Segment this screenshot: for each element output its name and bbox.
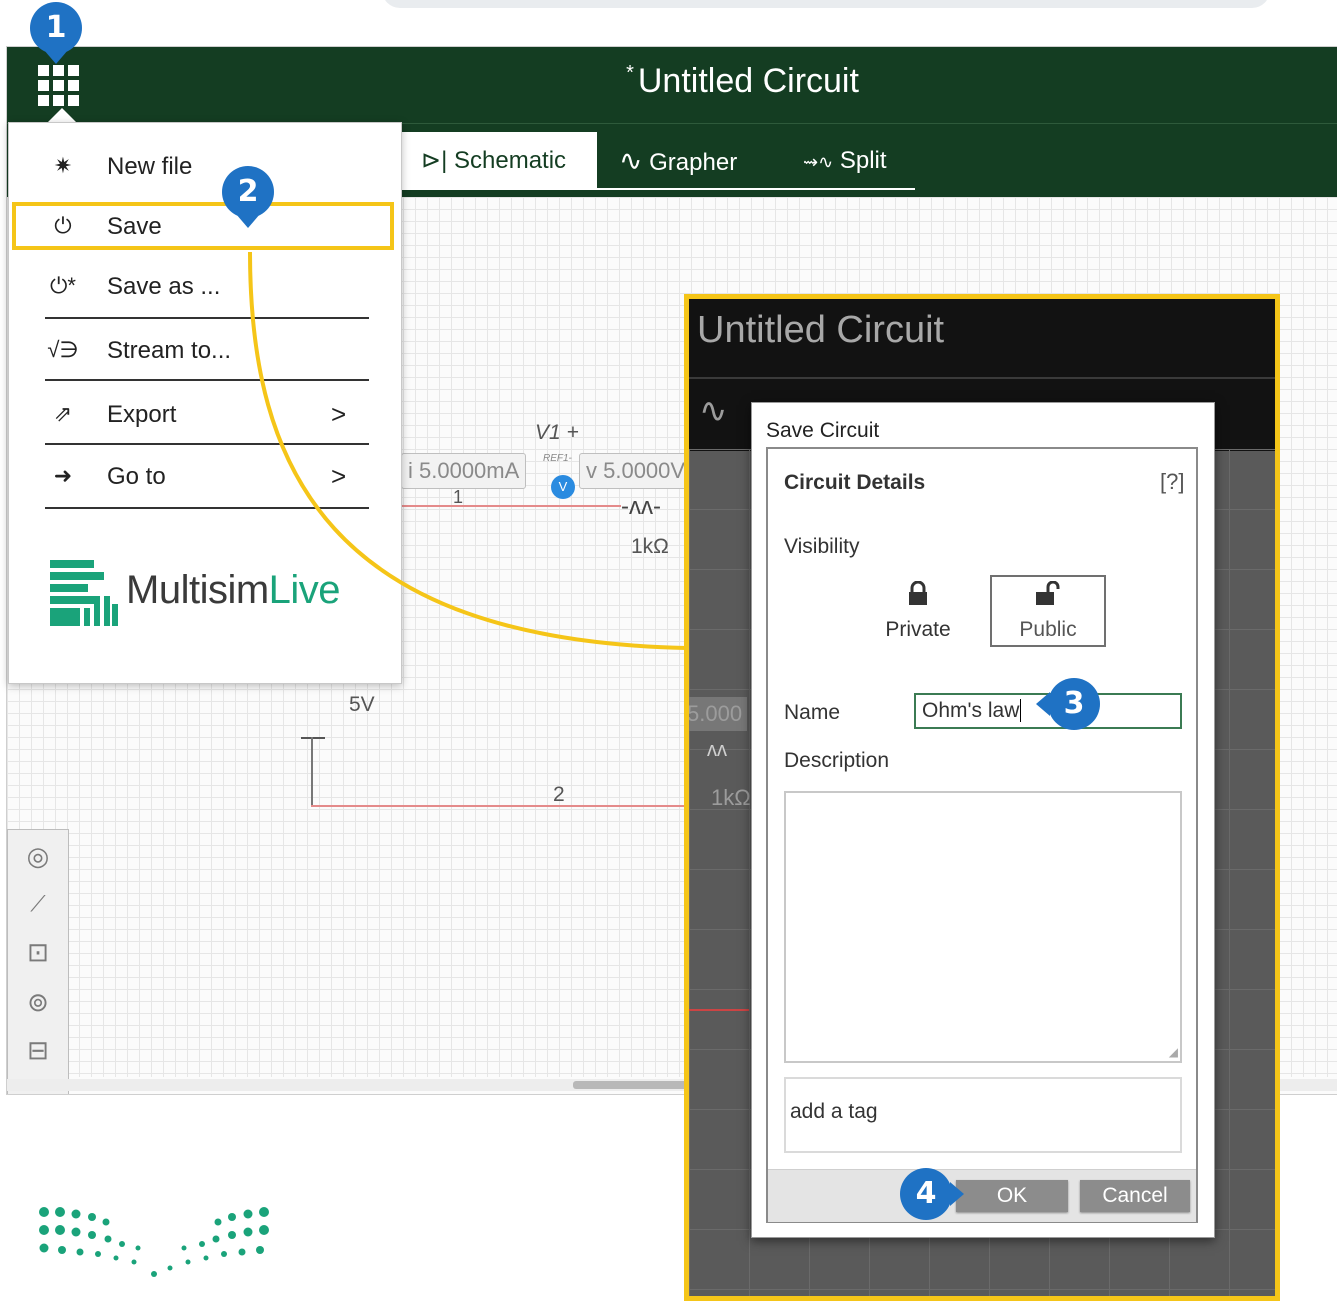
name-label: Name: [784, 701, 841, 724]
dialog-footer: OK Cancel: [768, 1169, 1196, 1222]
tag-input[interactable]: add a tag: [784, 1077, 1182, 1153]
private-option[interactable]: Private: [860, 575, 976, 647]
ministry-logo: [39, 1207, 269, 1277]
lock-icon: [909, 580, 927, 605]
sine-wave-icon: ∿: [699, 392, 728, 430]
resistor-value-partial: 1kΩ: [711, 785, 751, 810]
description-textarea[interactable]: ◢: [784, 791, 1182, 1063]
zoomed-title: Untitled Circuit: [697, 309, 945, 351]
ok-button[interactable]: OK: [956, 1180, 1068, 1212]
voltage-readout-partial: 5.000: [689, 697, 747, 731]
zoomed-header: Untitled Circuit: [689, 299, 1275, 377]
description-label: Description: [784, 749, 890, 772]
cancel-button[interactable]: Cancel: [1080, 1180, 1190, 1212]
resistor-icon: ᴧᴧ: [707, 739, 727, 761]
resize-handle-icon[interactable]: ◢: [1169, 1045, 1178, 1059]
save-circuit-dialog: Save Circuit Circuit Details [?] Visibil…: [751, 402, 1215, 1238]
help-link[interactable]: [?]: [1160, 469, 1184, 495]
visibility-label: Visibility: [784, 535, 860, 558]
callout-3: 3: [1036, 678, 1100, 730]
name-input-value: Ohm's law: [922, 699, 1020, 722]
callout-2: 2: [222, 166, 274, 228]
public-option[interactable]: Public: [990, 575, 1106, 647]
wire-partial: [689, 1009, 749, 1011]
callout-1: 1: [30, 2, 82, 64]
section-heading: Circuit Details: [784, 471, 926, 494]
dialog-title: Save Circuit: [766, 419, 880, 442]
circuit-details-panel: Circuit Details [?] Visibility Private P…: [766, 447, 1198, 1223]
unlock-icon: [1036, 580, 1060, 605]
